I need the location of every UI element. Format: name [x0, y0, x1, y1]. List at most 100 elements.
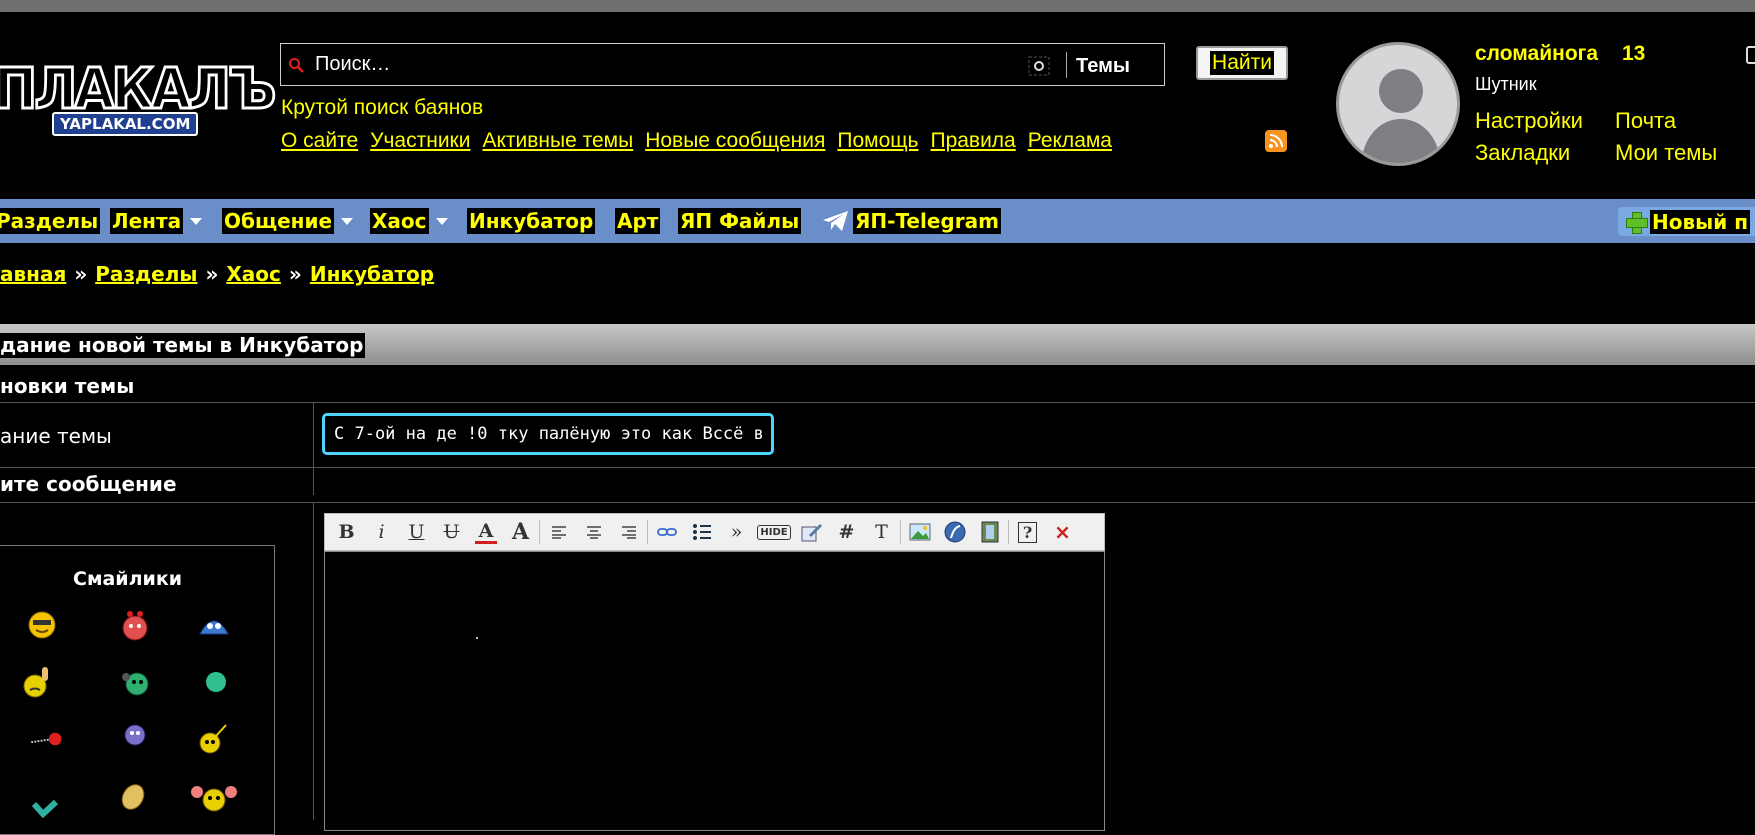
- smiley-purple-icon[interactable]: [118, 718, 152, 752]
- username[interactable]: сломайнога: [1475, 42, 1598, 66]
- breadcrumb-chaos[interactable]: Хаос: [226, 262, 281, 286]
- link-ads[interactable]: Реклама: [1028, 129, 1112, 153]
- smiley-girl-icon[interactable]: [188, 780, 240, 814]
- chevron-down-icon: [435, 217, 448, 225]
- search-scope[interactable]: Темы: [1076, 55, 1130, 78]
- chevron-down-icon: [341, 217, 354, 225]
- image-icon[interactable]: [902, 516, 937, 548]
- mail-link[interactable]: Почта: [1615, 108, 1676, 134]
- italic-glyph: i: [378, 521, 385, 543]
- find-button-label: Найти: [1210, 51, 1274, 75]
- strikethrough-icon[interactable]: U: [434, 516, 469, 548]
- smiley-cool-icon[interactable]: [25, 608, 59, 642]
- nav-feed[interactable]: Лента: [110, 208, 203, 234]
- plus-icon: [1626, 211, 1648, 234]
- toolbar-separator: [1008, 520, 1009, 544]
- link-help[interactable]: Помощь: [837, 129, 918, 153]
- bold-icon[interactable]: B: [329, 516, 364, 548]
- column-divider: [313, 502, 314, 820]
- nav-sections[interactable]: Разделы: [0, 208, 101, 234]
- rss-icon[interactable]: [1265, 130, 1287, 152]
- my-topics-link[interactable]: Мои темы: [1615, 140, 1717, 166]
- nav-label: Лента: [110, 208, 184, 234]
- hash-icon[interactable]: #: [829, 516, 864, 548]
- settings-link[interactable]: Настройки: [1475, 108, 1583, 134]
- breadcrumb-incubator[interactable]: Инкубатор: [310, 262, 434, 286]
- align-center-icon[interactable]: [576, 516, 611, 548]
- smilies-title: Смайлики: [73, 568, 183, 590]
- breadcrumb: авная » Разделы » Хаос » Инкубатор: [0, 262, 434, 286]
- toolbar-separator: [900, 520, 901, 544]
- underline-icon[interactable]: U: [399, 516, 434, 548]
- site-logo[interactable]: ПЛАКАЛЪ YAPLAKAL.COM: [0, 60, 278, 142]
- user-count[interactable]: 13: [1622, 42, 1645, 66]
- new-topic-label: Новый п: [1650, 209, 1751, 234]
- smiley-love-icon[interactable]: [118, 608, 152, 642]
- close-glyph: ×: [1054, 520, 1071, 544]
- smiley-green-icon[interactable]: [118, 665, 152, 699]
- breadcrumb-separator: »: [74, 262, 88, 286]
- find-button[interactable]: Найти: [1196, 46, 1288, 80]
- smiley-dot-icon[interactable]: [199, 665, 233, 699]
- breadcrumb-separator: »: [288, 262, 302, 286]
- nav-files[interactable]: ЯП Файлы: [678, 208, 802, 234]
- link-about[interactable]: О сайте: [281, 129, 358, 153]
- strike-glyph: U: [443, 521, 460, 543]
- toolbar-separator: [539, 520, 540, 544]
- form-header: дание новой темы в Инкубатор: [0, 324, 1755, 365]
- nav-label: Хаос: [370, 208, 429, 234]
- link-icon[interactable]: [649, 516, 684, 548]
- link-rules[interactable]: Правила: [930, 129, 1015, 153]
- smiley-thumb-icon[interactable]: [20, 665, 54, 699]
- target-icon[interactable]: [1028, 56, 1050, 76]
- link-active-topics[interactable]: Активные темы: [482, 129, 633, 153]
- nav-chat[interactable]: Общение: [222, 208, 354, 234]
- breadcrumb-home[interactable]: авная: [0, 262, 66, 286]
- link-members[interactable]: Участники: [370, 129, 470, 153]
- bookmarks-link[interactable]: Закладки: [1475, 140, 1570, 166]
- video-icon[interactable]: [972, 516, 1007, 548]
- flash-icon[interactable]: [937, 516, 972, 548]
- font-color-icon[interactable]: A: [475, 520, 497, 544]
- nav-label: Общение: [222, 208, 335, 234]
- smiley-check-icon[interactable]: [28, 790, 62, 824]
- nav-chaos[interactable]: Хаос: [370, 208, 448, 234]
- search-input[interactable]: [315, 53, 1015, 76]
- smiley-shoot-icon[interactable]: [30, 722, 64, 756]
- quote-glyph: »: [730, 521, 743, 543]
- list-icon[interactable]: [684, 516, 719, 548]
- nav-telegram[interactable]: ЯП-Telegram: [822, 208, 1001, 234]
- main-nav: Разделы Лента Общение Хаос Инкубатор Арт…: [0, 199, 1755, 243]
- close-icon[interactable]: ×: [1045, 516, 1080, 548]
- align-left-icon[interactable]: [541, 516, 576, 548]
- size-glyph: A: [511, 519, 530, 545]
- message-editor[interactable]: [324, 551, 1105, 831]
- font-size-icon[interactable]: A: [503, 516, 538, 548]
- link-new-messages[interactable]: Новые сообщения: [645, 129, 825, 153]
- smiley-wand-icon[interactable]: [196, 722, 230, 756]
- align-right-icon[interactable]: [611, 516, 646, 548]
- italic-icon[interactable]: i: [364, 516, 399, 548]
- edit-icon[interactable]: [794, 516, 829, 548]
- help-icon[interactable]: ?: [1010, 516, 1045, 548]
- smiley-scared-icon[interactable]: [197, 608, 231, 642]
- telegram-icon: [823, 211, 848, 231]
- nav-label: ЯП Файлы: [678, 208, 802, 234]
- help-glyph: ?: [1017, 521, 1038, 543]
- search-tagline[interactable]: Крутой поиск баянов: [281, 96, 483, 120]
- top-stripe: [0, 0, 1755, 12]
- new-topic-button[interactable]: Новый п: [1618, 207, 1755, 236]
- avatar[interactable]: [1336, 42, 1460, 166]
- smiley-clap-icon[interactable]: [116, 780, 150, 814]
- text-icon[interactable]: T: [864, 516, 899, 548]
- color-glyph: A: [478, 519, 494, 542]
- nav-art[interactable]: Арт: [615, 208, 661, 234]
- logout-icon[interactable]: [1746, 46, 1755, 64]
- nav-incubator[interactable]: Инкубатор: [467, 208, 596, 234]
- quote-icon[interactable]: »: [719, 516, 754, 548]
- hide-icon[interactable]: HIDE: [754, 516, 794, 548]
- breadcrumb-sections[interactable]: Разделы: [95, 262, 197, 286]
- section-topic-settings: новки темы: [0, 374, 135, 398]
- topic-title-input[interactable]: С 7-ой на де !0 тку палёную это как Всcё…: [322, 413, 774, 455]
- search-icon: [289, 58, 304, 73]
